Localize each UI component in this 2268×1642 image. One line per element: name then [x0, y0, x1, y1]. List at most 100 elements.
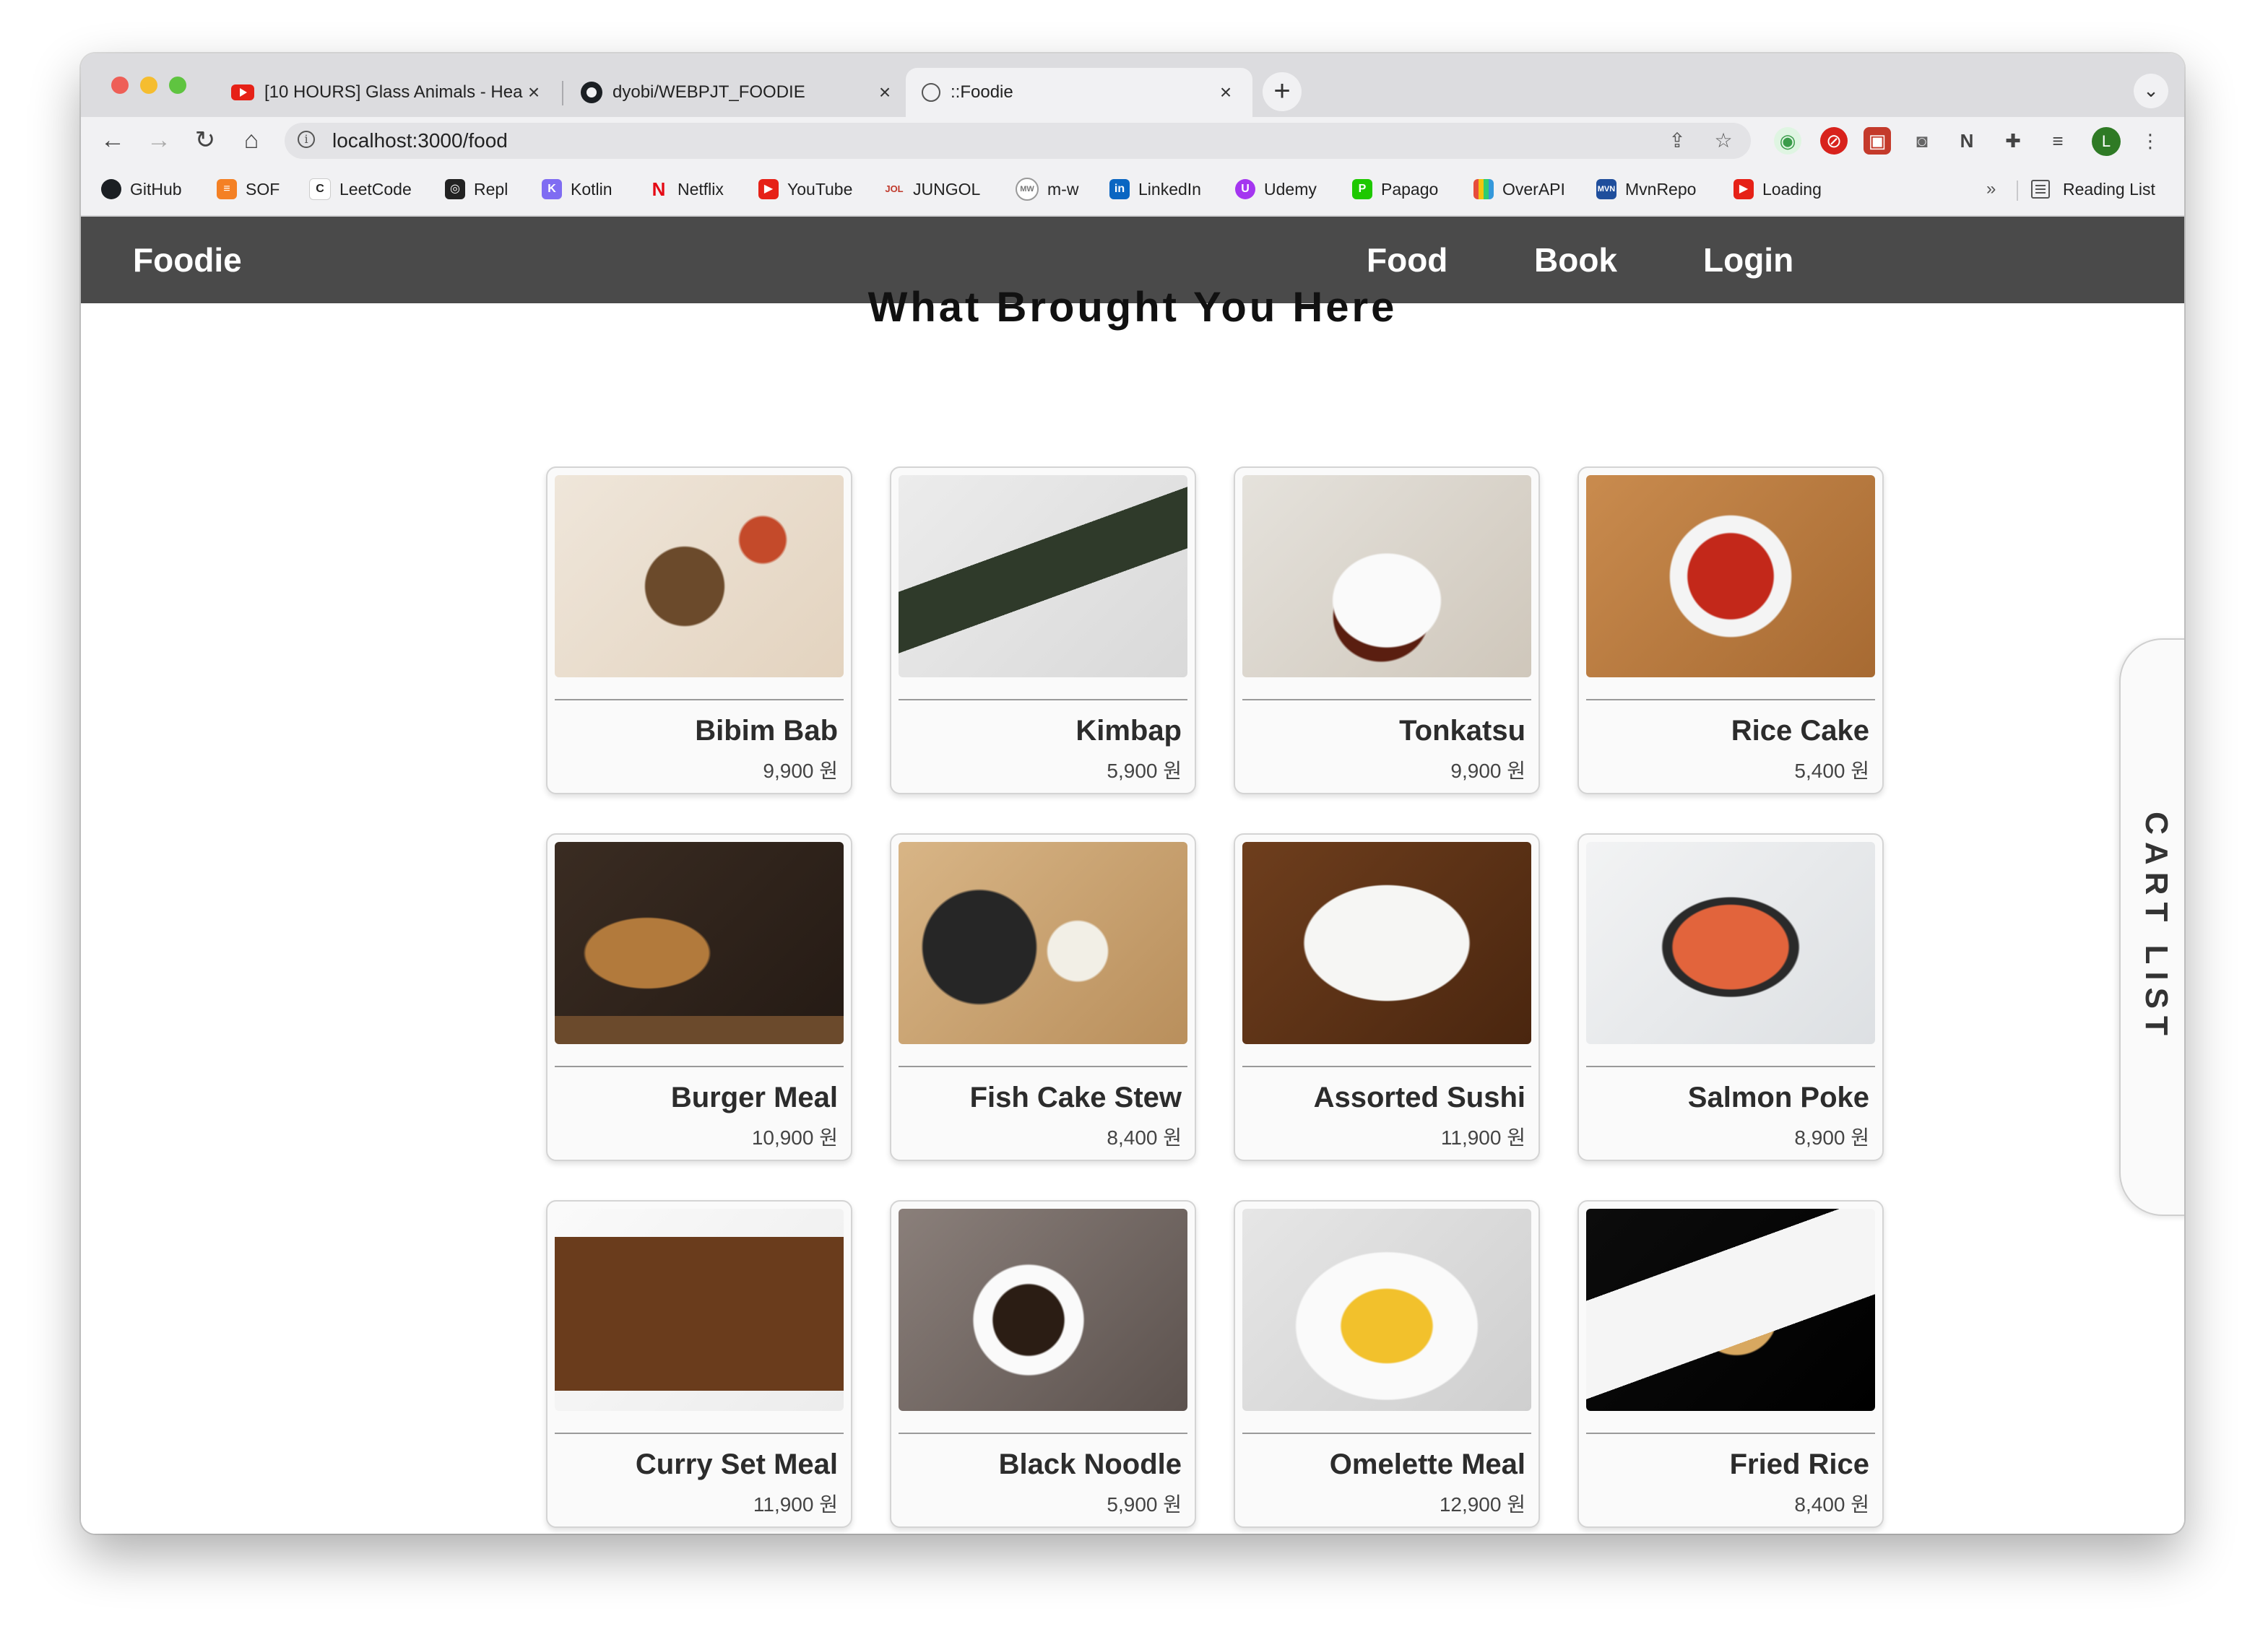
food-card[interactable]: Fried Rice 8,400 원 — [1577, 1200, 1884, 1528]
close-tab-icon[interactable]: × — [1215, 81, 1237, 104]
close-tab-icon[interactable]: × — [523, 81, 545, 104]
bookmark-repl[interactable]: ◎ Repl — [445, 175, 508, 204]
bookmark-mvnrepo[interactable]: MVN MvnRepo — [1596, 175, 1696, 204]
notion-icon[interactable]: N — [1953, 127, 1981, 155]
food-price: 9,900 원 — [763, 760, 838, 782]
bookmarks-overflow-button[interactable]: » — [1986, 175, 1996, 204]
food-card[interactable]: Curry Set Meal 11,900 원 — [546, 1200, 852, 1528]
screenshot-icon[interactable]: ◙ — [1908, 127, 1936, 155]
bookmarks-divider — [2017, 181, 2018, 201]
browser-window: [10 HOURS] Glass Animals - Hea × dyobi/W… — [81, 53, 2184, 1534]
url-text[interactable]: localhost:3000/food — [332, 123, 508, 159]
zoom-window-button[interactable] — [169, 77, 186, 94]
food-card[interactable]: Black Noodle 5,900 원 — [890, 1200, 1196, 1528]
tab-foodie[interactable]: ::Foodie × — [906, 68, 1252, 117]
bookmark-label: MvnRepo — [1625, 179, 1697, 199]
tonkatsu-photo — [1242, 475, 1531, 677]
share-icon[interactable]: ⇪ — [1663, 126, 1692, 156]
bookmark-label: GitHub — [130, 179, 182, 199]
food-name: Fish Cake Stew — [969, 1082, 1182, 1113]
bookmark-loading[interactable]: ▶ Loading — [1734, 175, 1822, 204]
bookmark-sof[interactable]: ≡ SOF — [217, 175, 280, 204]
bookmark-netflix[interactable]: N Netflix — [649, 175, 724, 204]
home-icon[interactable]: ⌂ — [234, 123, 269, 157]
cart-list-label: CART LIST — [2139, 812, 2174, 1043]
reading-list-icon — [2031, 180, 2050, 199]
card-divider — [1586, 1066, 1875, 1067]
site-info-icon[interactable]: i — [298, 131, 315, 148]
youtube-icon: ▶ — [1734, 179, 1754, 199]
card-divider — [899, 1433, 1187, 1434]
tab-github[interactable]: dyobi/WEBPJT_FOODIE × — [565, 68, 912, 117]
bookmark-kotlin[interactable]: K Kotlin — [542, 175, 613, 204]
youtube-icon — [231, 84, 254, 100]
tab-youtube[interactable]: [10 HOURS] Glass Animals - Hea × — [215, 68, 560, 117]
bookmark-jungol[interactable]: JOL JUNGOL — [884, 175, 980, 204]
black-noodle-photo — [899, 1209, 1187, 1411]
food-card[interactable]: Omelette Meal 12,900 원 — [1234, 1200, 1540, 1528]
adblock-icon[interactable]: ⊘ — [1820, 127, 1848, 155]
food-name: Rice Cake — [1731, 715, 1869, 747]
food-price: 5,900 원 — [1107, 760, 1182, 782]
bookmark-overapi[interactable]: OverAPI — [1473, 175, 1565, 204]
food-card[interactable]: Kimbap 5,900 원 — [890, 466, 1196, 794]
food-price: 12,900 원 — [1439, 1493, 1525, 1516]
burger-photo — [555, 842, 844, 1044]
stackoverflow-icon: ≡ — [217, 179, 237, 199]
food-name: Kimbap — [1075, 715, 1182, 747]
puzzle-icon[interactable]: ✚ — [1999, 127, 2027, 155]
food-price: 8,900 원 — [1794, 1126, 1869, 1149]
food-card[interactable]: Fish Cake Stew 8,400 원 — [890, 833, 1196, 1161]
bookmark-label: OverAPI — [1502, 179, 1565, 199]
bookmark-youtube[interactable]: ▶ YouTube — [758, 175, 852, 204]
card-divider — [555, 1433, 844, 1434]
repl-icon: ◎ — [445, 179, 465, 199]
bookmark-label: LinkedIn — [1138, 179, 1201, 199]
bookmark-github[interactable]: GitHub — [101, 175, 182, 204]
food-card[interactable]: Assorted Sushi 11,900 원 — [1234, 833, 1540, 1161]
bookmark-label: JUNGOL — [913, 179, 981, 199]
sushi-photo — [1242, 842, 1531, 1044]
food-card[interactable]: Rice Cake 5,400 원 — [1577, 466, 1884, 794]
bookmark-label: Loading — [1762, 179, 1822, 199]
address-bar[interactable]: i localhost:3000/food ⇪ ☆ — [285, 123, 1751, 159]
cart-list-tab[interactable]: CART LIST — [2119, 638, 2184, 1216]
bookmark-star-icon[interactable]: ☆ — [1709, 126, 1738, 156]
food-card[interactable]: Tonkatsu 9,900 원 — [1234, 466, 1540, 794]
bookmark-papago[interactable]: P Papago — [1352, 175, 1438, 204]
menu-kebab-icon[interactable]: ⋮ — [2137, 127, 2164, 155]
food-name: Assorted Sushi — [1313, 1082, 1525, 1113]
reading-list-button[interactable]: Reading List — [2031, 175, 2155, 204]
bookmark-leetcode[interactable]: C LeetCode — [309, 175, 412, 204]
food-card[interactable]: Bibim Bab 9,900 원 — [546, 466, 852, 794]
food-card[interactable]: Salmon Poke 8,900 원 — [1577, 833, 1884, 1161]
bookmark-mw[interactable]: MW m-w — [1016, 175, 1078, 204]
tab-search-button[interactable]: ⌄ — [2134, 74, 2168, 108]
media-queue-icon[interactable]: ≡ — [2044, 127, 2072, 155]
close-tab-icon[interactable]: × — [874, 81, 896, 104]
tab-title: dyobi/WEBPJT_FOODIE — [613, 82, 805, 102]
food-name: Salmon Poke — [1687, 1082, 1869, 1113]
extension-icon[interactable]: ◉ — [1774, 127, 1801, 155]
tab-title: [10 HOURS] Glass Animals - Hea — [264, 82, 523, 102]
github-icon — [581, 82, 602, 103]
food-name: Fried Rice — [1729, 1448, 1869, 1480]
back-icon[interactable]: ← — [95, 123, 130, 157]
overapi-icon — [1473, 179, 1494, 199]
extension-red-icon[interactable]: ▣ — [1864, 127, 1891, 155]
bookmark-label: m-w — [1047, 179, 1079, 199]
bookmark-udemy[interactable]: U Udemy — [1235, 175, 1317, 204]
card-divider — [1242, 1066, 1531, 1067]
reload-icon[interactable]: ↻ — [188, 123, 222, 157]
new-tab-button[interactable]: + — [1263, 72, 1302, 111]
food-price: 10,900 원 — [751, 1126, 838, 1149]
bookmark-linkedin[interactable]: in LinkedIn — [1109, 175, 1201, 204]
kimbap-photo — [899, 475, 1187, 677]
profile-avatar[interactable]: L — [2092, 127, 2121, 156]
forward-icon[interactable]: → — [142, 123, 176, 157]
page-heading: What Brought You Here — [867, 284, 1398, 331]
fried-rice-photo — [1586, 1209, 1875, 1411]
close-window-button[interactable] — [111, 77, 129, 94]
minimize-window-button[interactable] — [140, 77, 157, 94]
food-card[interactable]: Burger Meal 10,900 원 — [546, 833, 852, 1161]
